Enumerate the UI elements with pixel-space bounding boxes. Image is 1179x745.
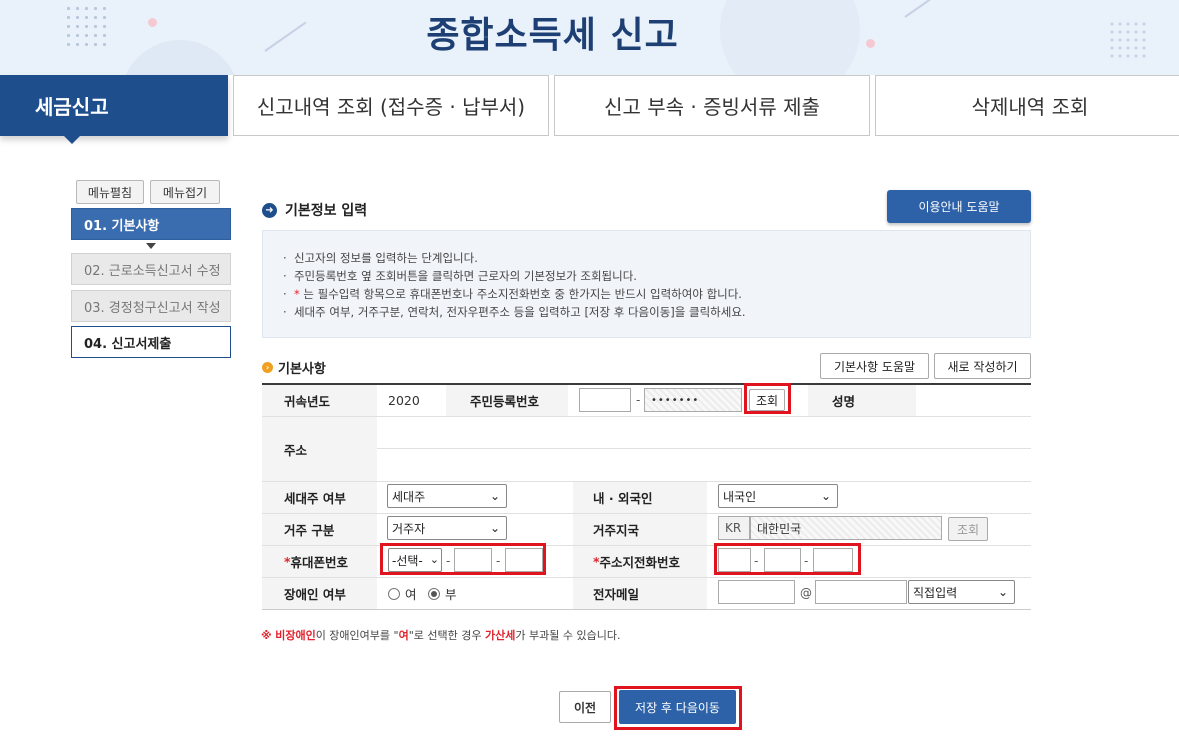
tab-tax-filing[interactable]: 세금신고 [0,75,228,144]
row-divider [262,609,1031,610]
highlight-box [380,543,546,575]
usage-help-button[interactable]: 이용안내 도움말 [887,190,1031,223]
row-divider [377,448,1031,449]
step-arrow-icon [146,243,156,249]
row-divider [262,416,1031,417]
email-id-input[interactable] [718,580,795,604]
mobile-label: * 휴대폰번호 [262,546,377,577]
page-header: 종합소득세 신고 [0,0,1179,75]
tab-deleted-history[interactable]: 삭제내역 조회 [875,75,1179,136]
phone-label: * 주소지전화번호 [573,546,707,577]
arrow-circle-icon: ➜ [262,202,277,218]
radio-selected-icon [428,587,440,600]
info-line: · 신고자의 정보를 입력하는 단계입니다. [283,251,478,265]
penalty-note: ※ 비장애인이 장애인여부를 "여"로 선택한 경우 가산세가 부과될 수 있습… [261,629,621,642]
sidebar-step-submit[interactable]: 04. 신고서제출 [71,326,231,358]
section-title: ➜ 기본정보 입력 [262,200,367,220]
new-write-button[interactable]: 새로 작성하기 [934,353,1031,379]
year-value: 2020 [388,393,420,408]
name-label: 성명 [808,385,916,416]
email-domain-select[interactable]: 직접입력 ⌄ [908,580,1015,604]
chevron-down-icon: ⌄ [997,585,1008,599]
tab-attachment-submit[interactable]: 신고 부속 · 증빙서류 제출 [554,75,870,136]
info-line: · 주민등록번호 옆 조회버튼을 클릭하면 근로자의 기본정보가 조회됩니다. [283,269,637,283]
rrn-dash: - [636,393,641,407]
subsection-title: › 기본사항 [262,358,326,377]
year-label: 귀속년도 [262,385,377,416]
residence-select[interactable]: 거주자 ⌄ [387,516,507,540]
household-label: 세대주 여부 [262,482,377,513]
save-next-button[interactable]: 저장 후 다음이동 [619,690,736,724]
email-domain-input[interactable] [815,580,907,604]
highlight-box [714,543,861,575]
tab-filing-history[interactable]: 신고내역 조회 (접수증 · 납부서) [233,75,549,136]
section-title-text: 기본정보 입력 [285,203,368,219]
email-at: @ [800,586,812,600]
info-line: · * 는 필수입력 항목으로 휴대폰번호나 주소지전화번호 중 한가지는 반드… [283,287,742,301]
country-label: 거주지국 [573,514,707,545]
rrn-front-input[interactable] [579,388,631,412]
basic-info-form: 귀속년도 2020 주민등록번호 - ••••••• 조회 성명 주소 세대주 … [262,383,1031,610]
chevron-down-icon: ⌄ [820,489,831,503]
disabled-label: 장애인 여부 [262,578,377,609]
sidebar-step-correction[interactable]: 03. 경정청구신고서 작성 [71,290,231,322]
header-decoration-dots [1108,20,1148,60]
email-label: 전자메일 [573,578,707,609]
sidebar-step-basic[interactable]: 01. 기본사항 [71,208,231,240]
menu-expand-button[interactable]: 메뉴펼침 [76,180,144,204]
radio-icon [388,587,400,600]
basic-help-button[interactable]: 기본사항 도움말 [820,353,929,379]
nationality-label: 내 · 외국인 [573,482,707,513]
disabled-yes-radio[interactable]: 여 [388,578,417,609]
country-name-input: 대한민국 [750,516,942,540]
household-select[interactable]: 세대주 ⌄ [387,484,507,508]
chevron-down-icon: ⌄ [489,521,500,535]
menu-collapse-button[interactable]: 메뉴접기 [150,180,220,204]
country-lookup-button[interactable]: 조회 [948,517,988,541]
sidebar-step-income-edit[interactable]: 02. 근로소득신고서 수정 [71,253,231,285]
address-label: 주소 [262,417,377,481]
page-title: 종합소득세 신고 [426,15,679,56]
subsection-title-text: 기본사항 [278,362,326,377]
highlight-box [744,383,791,414]
residence-label: 거주 구분 [262,514,377,545]
info-line: · 세대주 여부, 거주구분, 연락처, 전자우편주소 등을 입력하고 [저장 … [283,305,746,319]
country-code-input: KR [718,516,750,540]
nationality-select[interactable]: 내국인 ⌄ [718,484,838,508]
arrow-circle-icon: › [262,362,273,373]
info-box: · 신고자의 정보를 입력하는 단계입니다. · 주민등록번호 옆 조회버튼을 … [262,230,1031,338]
prev-button[interactable]: 이전 [559,691,611,723]
disabled-no-radio[interactable]: 부 [428,578,457,609]
chevron-down-icon: ⌄ [489,489,500,503]
rrn-label: 주민등록번호 [446,385,568,416]
rrn-back-input[interactable]: ••••••• [644,388,742,412]
